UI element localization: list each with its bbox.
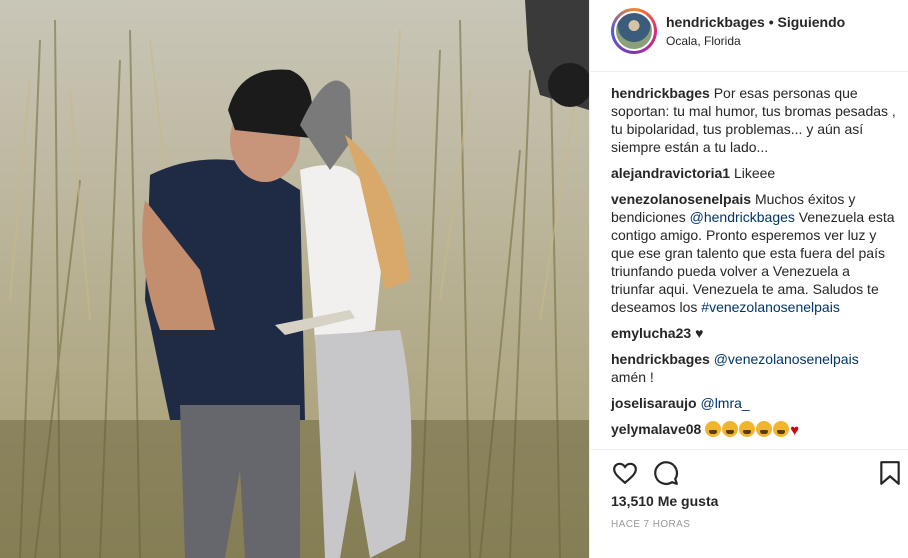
heart-outline-icon[interactable] [612, 460, 638, 486]
weary-face-emoji [722, 421, 739, 437]
photo-illustration [0, 0, 589, 558]
comment-username[interactable]: venezolanosenelpais [611, 191, 751, 207]
weary-face-emoji [773, 421, 790, 437]
post-side-panel: hendrickbages • Siguiendo Ocala, Florida… [589, 0, 908, 558]
post-timestamp[interactable]: HACE 7 HORAS [611, 519, 690, 530]
likes-count[interactable]: 13,510 Me gusta [611, 493, 718, 509]
comment-caption: hendrickbages Por esas personas que sopo… [611, 84, 896, 156]
location-link[interactable]: Ocala, Florida [666, 34, 741, 48]
post-photo[interactable] [0, 0, 589, 558]
mention-link[interactable]: @venezolanosenelpais [714, 351, 859, 367]
mention-link[interactable]: @hendrickbages [690, 209, 795, 225]
comment-username[interactable]: alejandravictoria1 [611, 165, 730, 181]
hashtag-link[interactable]: #venezolanosenelpais [701, 299, 840, 315]
comment-text: Likeee [733, 165, 776, 181]
comment-bubble-icon[interactable] [653, 460, 679, 486]
weary-face-emoji [756, 421, 773, 437]
comment: emylucha23 ♥ [611, 324, 896, 342]
avatar[interactable] [614, 11, 654, 51]
weary-face-emoji [739, 421, 756, 437]
mention-link[interactable]: @lmra_ [700, 395, 749, 411]
instagram-post-view: hendrickbages • Siguiendo Ocala, Florida… [0, 0, 908, 558]
bookmark-icon[interactable] [877, 460, 903, 486]
story-ring[interactable] [611, 8, 657, 54]
header-separator: • [768, 14, 774, 30]
comment: joselisaraujo @lmra_ [611, 394, 896, 412]
comment-username[interactable]: hendrickbages [611, 85, 710, 101]
header-username-line: hendrickbages • Siguiendo [666, 14, 845, 30]
comment-username[interactable]: joselisaraujo [611, 395, 697, 411]
comment: venezolanosenelpais Muchos éxitos y bend… [611, 190, 896, 316]
comment: yelymalave08 ♥ [611, 420, 896, 440]
comment: alejandravictoria1 Likeee [611, 164, 896, 182]
weary-face-emoji-row [705, 421, 790, 437]
follow-status-button[interactable]: Siguiendo [778, 14, 846, 30]
red-heart-emoji: ♥ [790, 422, 800, 439]
header-username[interactable]: hendrickbages [666, 14, 765, 30]
comment-username[interactable]: yelymalave08 [611, 421, 701, 437]
comment-username[interactable]: emylucha23 [611, 325, 691, 341]
comment-list: hendrickbages Por esas personas que sopo… [611, 84, 896, 448]
comment-text: amén ! [611, 369, 654, 385]
post-actions [590, 449, 908, 497]
weary-face-emoji [705, 421, 722, 437]
comment: hendrickbages @venezolanosenelpais amén … [611, 350, 896, 386]
post-header: hendrickbages • Siguiendo Ocala, Florida [590, 0, 908, 72]
comment-text: ♥ [695, 325, 704, 341]
comment-username[interactable]: hendrickbages [611, 351, 710, 367]
